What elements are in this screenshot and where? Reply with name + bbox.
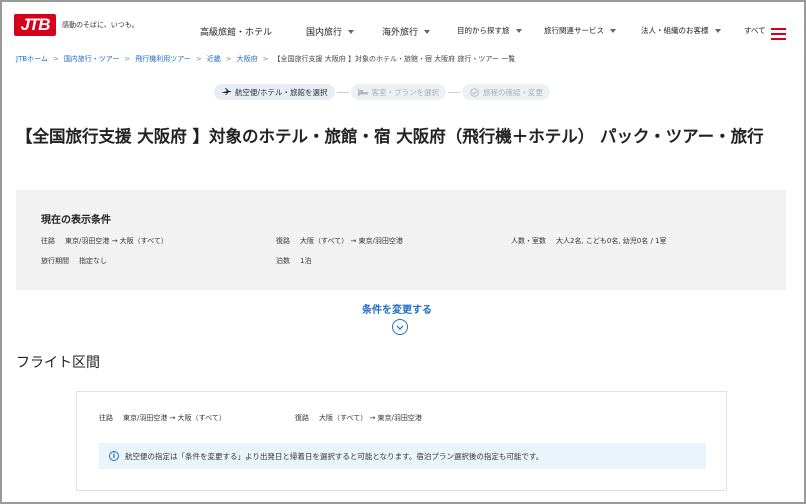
conditions-title: 現在の表示条件 [41, 215, 111, 226]
breadcrumb-current: 【全国旅行支援 大阪府 】対象のホテル・旅館・宿 大阪府 旅行・ツアー 一覧 [273, 55, 516, 63]
nav-search-by-purpose[interactable]: 目的から探す旅 [457, 25, 522, 36]
plane-building-icon [221, 87, 231, 97]
breadcrumb-osaka[interactable]: 大阪府 [237, 54, 258, 64]
page: JTB 感動のそばに、いつも。 高級旅館・ホテル 国内旅行 海外旅行 目的から探… [2, 2, 804, 502]
change-conditions-link[interactable]: 条件を変更する [362, 301, 432, 316]
step-label: 客室・プランを選択 [371, 87, 440, 97]
breadcrumb-flight-tours[interactable]: 飛行機利用ツアー [135, 54, 191, 64]
condition-outbound: 往路 東京/羽田空港 → 大阪（すべて） [41, 236, 168, 246]
nav-label: 国内旅行 [306, 28, 343, 38]
flight-section-title: フライト区間 [16, 355, 100, 371]
flight-notice: i 航空便の指定は「条件を変更する」より出発日と帰着日を選択すると可能となります… [99, 443, 706, 469]
booking-steps: 航空便/ホテル・旅館を選択 客室・プランを選択 旅程の確認・変更 [214, 84, 551, 100]
flight-label: 往路 [99, 414, 113, 422]
chevron-down-icon [714, 28, 721, 33]
condition-label: 復路 [276, 237, 290, 245]
chevron-down-icon [610, 28, 616, 33]
nav-overseas-travel[interactable]: 海外旅行 [382, 25, 431, 38]
chevron-down-icon [348, 29, 355, 34]
page-title: 【全国旅行支援 大阪府 】対象のホテル・旅館・宿 大阪府（飛行機＋ホテル） パッ… [16, 127, 764, 146]
flight-value: 大阪（すべて） → 東京/羽田空港 [319, 414, 422, 422]
step-connector [448, 91, 461, 93]
nav-travel-services[interactable]: 旅行関連サービス [544, 25, 616, 36]
condition-label: 旅行期間 [41, 257, 69, 265]
nav-label: 旅行関連サービス [544, 26, 604, 35]
nav-all[interactable]: すべて [744, 25, 766, 36]
flight-value: 東京/羽田空港 → 大阪（すべて） [123, 414, 226, 422]
chevron-right-icon: > [225, 55, 232, 63]
condition-value: 東京/羽田空港 → 大阪（すべて） [65, 237, 168, 245]
flight-label: 復路 [295, 414, 309, 422]
flight-outbound: 往路 東京/羽田空港 → 大阪（すべて） [99, 413, 226, 423]
condition-return: 復路 大阪（すべて） → 東京/羽田空港 [276, 236, 403, 246]
bed-icon [357, 88, 368, 97]
jtb-logo-mark: JTB [14, 14, 56, 36]
nav-domestic-travel[interactable]: 国内旅行 [306, 25, 355, 38]
nav-luxury-hotels[interactable]: 高級旅館・ホテル [200, 25, 272, 38]
step-select-flight-hotel: 航空便/ホテル・旅館を選択 [214, 84, 335, 100]
nav-label: 高級旅館・ホテル [200, 28, 273, 38]
condition-people-rooms: 人数・室数 大人2名, こども0名, 幼児0名 / 1室 [511, 236, 667, 246]
breadcrumb-domestic[interactable]: 国内旅行・ツアー [64, 54, 120, 64]
step-select-room-plan: 客室・プランを選択 [350, 84, 447, 100]
site-header: JTB 感動のそばに、いつも。 高級旅館・ホテル 国内旅行 海外旅行 目的から探… [2, 2, 804, 48]
step-label: 航空便/ホテル・旅館を選択 [235, 87, 328, 97]
breadcrumb: JTBホーム > 国内旅行・ツアー > 飛行機利用ツアー > 近畿 > 大阪府 … [16, 54, 515, 64]
notice-text: 航空便の指定は「条件を変更する」より出発日と帰着日を選択すると可能となります。宿… [125, 451, 544, 461]
condition-label: 人数・室数 [511, 237, 546, 245]
breadcrumb-kinki[interactable]: 近畿 [207, 54, 221, 64]
current-conditions-panel: 現在の表示条件 往路 東京/羽田空港 → 大阪（すべて） 復路 大阪（すべて） … [16, 190, 786, 290]
nav-label: 目的から探す旅 [457, 26, 510, 35]
breadcrumb-home[interactable]: JTBホーム [16, 54, 48, 64]
chevron-right-icon: > [195, 55, 202, 63]
chevron-right-icon: > [124, 55, 131, 63]
chevron-down-circle-icon[interactable] [392, 319, 408, 335]
nav-label: すべて [744, 26, 766, 35]
condition-label: 往路 [41, 237, 55, 245]
hamburger-menu-icon[interactable] [771, 28, 786, 40]
condition-value: 1泊 [300, 257, 312, 265]
check-circle-icon [469, 87, 479, 97]
condition-value: 大人2名, こども0名, 幼児0名 / 1室 [556, 237, 667, 245]
condition-travel-period: 旅行期間 指定なし [41, 256, 107, 266]
step-label: 旅程の確認・変更 [483, 87, 544, 97]
chevron-down-icon [515, 28, 522, 33]
step-connector [336, 91, 349, 93]
chevron-right-icon: > [52, 55, 59, 63]
step-confirm-itinerary: 旅程の確認・変更 [462, 84, 551, 100]
jtb-logo[interactable]: JTB 感動のそばに、いつも。 [14, 14, 139, 36]
flight-return: 復路 大阪（すべて） → 東京/羽田空港 [295, 413, 422, 423]
condition-value: 大阪（すべて） → 東京/羽田空港 [300, 237, 403, 245]
condition-value: 指定なし [79, 257, 107, 265]
chevron-right-icon: > [262, 55, 269, 63]
condition-label: 泊数 [276, 257, 290, 265]
logo-tagline: 感動のそばに、いつも。 [62, 21, 139, 29]
chevron-down-icon [424, 29, 431, 34]
nav-label: 海外旅行 [382, 28, 419, 38]
condition-nights: 泊数 1泊 [276, 256, 311, 266]
flight-segment-box: 往路 東京/羽田空港 → 大阪（すべて） 復路 大阪（すべて） → 東京/羽田空… [76, 391, 727, 491]
info-icon: i [109, 451, 119, 461]
nav-label: 法人・組織のお客様 [641, 26, 709, 35]
nav-corporate[interactable]: 法人・組織のお客様 [641, 25, 721, 36]
